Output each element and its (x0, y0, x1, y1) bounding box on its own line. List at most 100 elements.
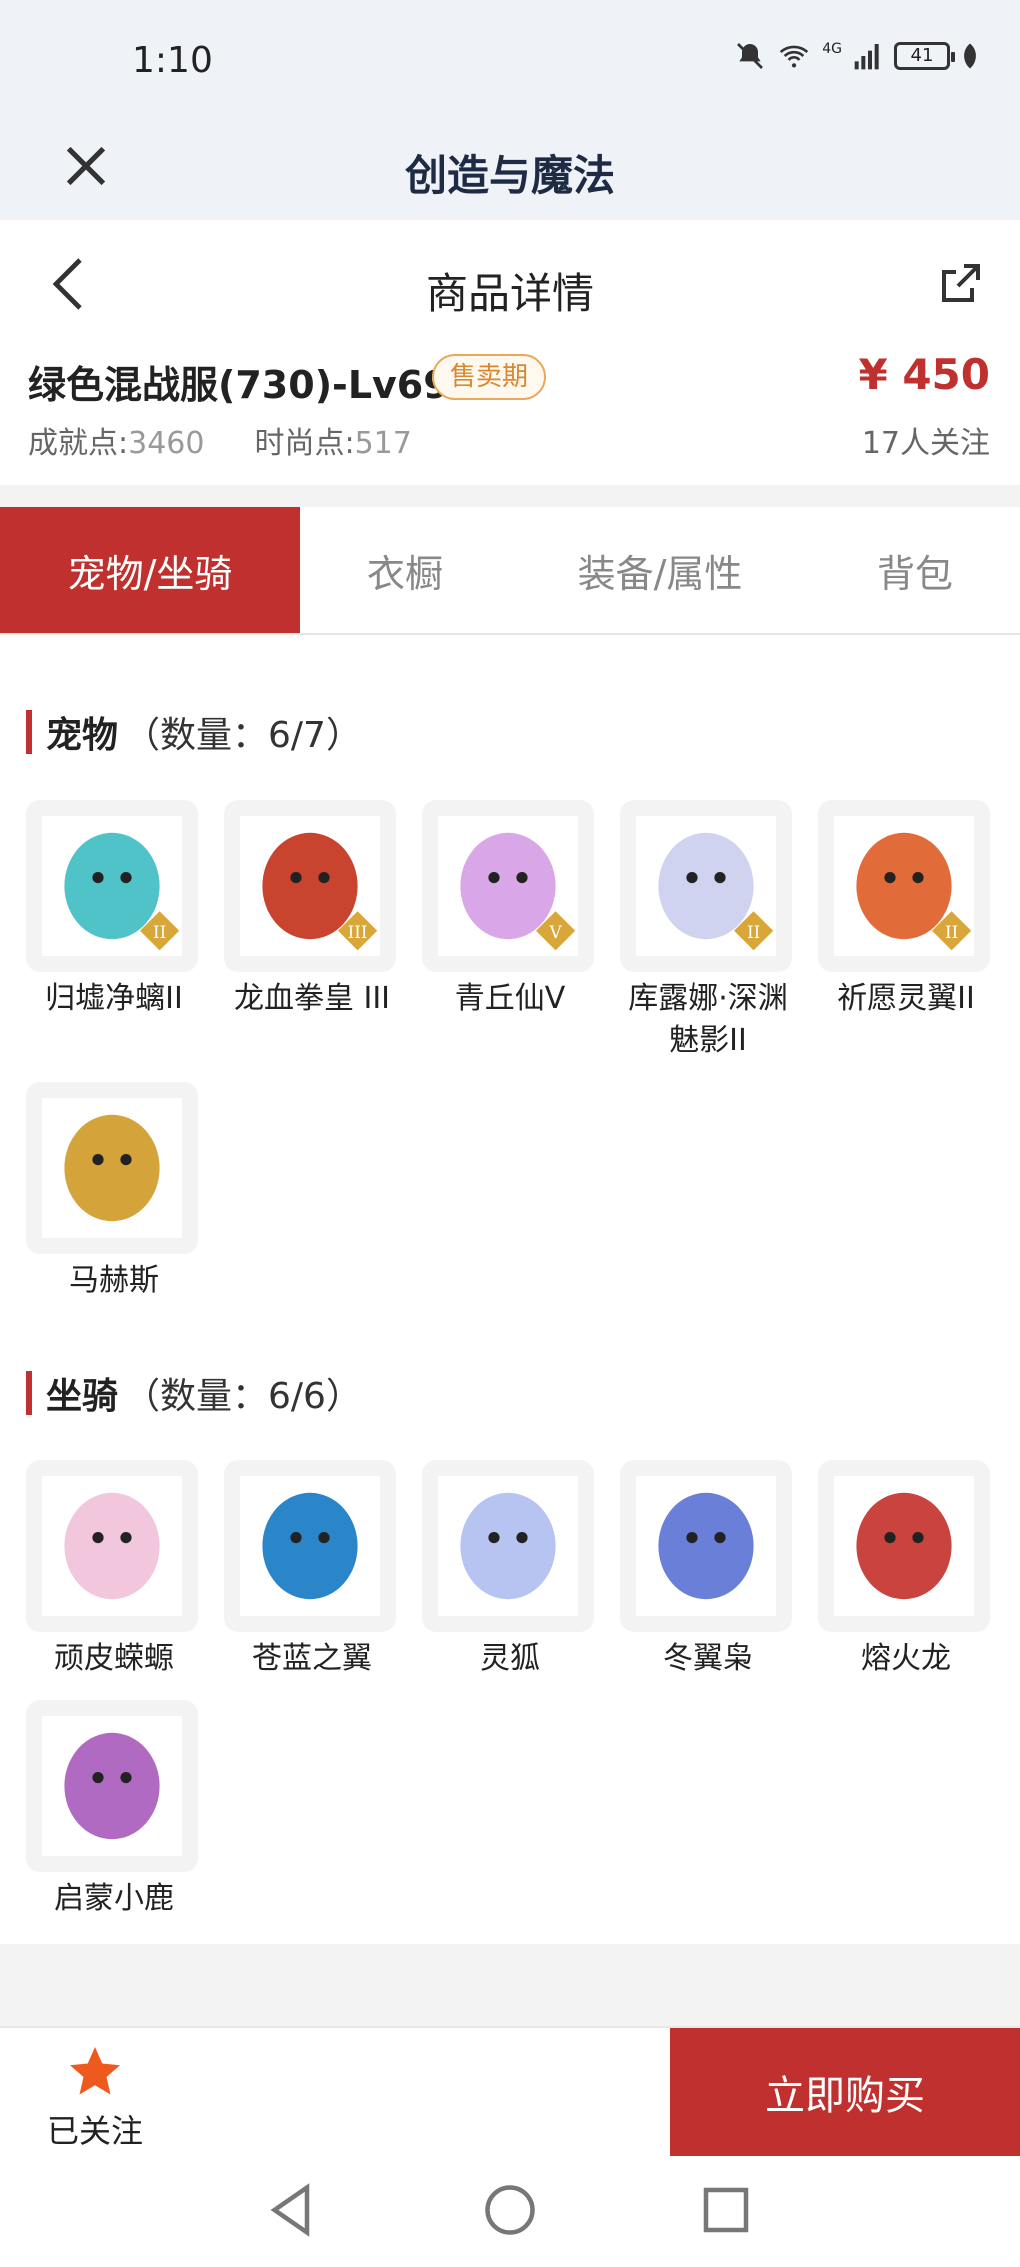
status-time: 1:10 (132, 40, 213, 81)
mount-thumbnail (620, 1460, 792, 1632)
mount-thumbnail (26, 1700, 198, 1872)
pet-portrait-icon (42, 1098, 182, 1238)
mount-portrait-icon (42, 1716, 182, 1856)
pet-thumbnail: III (224, 800, 396, 972)
pet-thumbnail (26, 1082, 198, 1254)
tab-pets-mounts[interactable]: 宠物/坐骑 (0, 507, 300, 633)
pets-section-header: 宠物 （数量：6/7） (26, 706, 362, 758)
mount-thumbnail (818, 1460, 990, 1632)
pet-thumbnail: V (422, 800, 594, 972)
section-marker (26, 710, 32, 754)
pets-count: （数量：6/7） (124, 715, 362, 756)
status-icons: 4G 41 (734, 40, 980, 72)
pet-portrait-icon: II (42, 816, 182, 956)
pet-name: 青丘仙V (454, 981, 566, 1016)
divider (0, 485, 1020, 507)
mounts-section-header: 坐骑 （数量：6/6） (26, 1367, 362, 1419)
mount-portrait-icon (42, 1476, 182, 1616)
mount-name: 熔火龙 (861, 1641, 951, 1676)
mount-portrait-icon (438, 1476, 578, 1616)
pet-item[interactable]: V 青丘仙V (422, 800, 598, 1020)
pet-portrait-icon: III (240, 816, 380, 956)
leaf-icon (964, 43, 976, 69)
pet-name: 归墟净螭II (45, 981, 183, 1016)
mount-name: 冬翼枭 (663, 1641, 753, 1676)
pet-thumbnail: II (818, 800, 990, 972)
app-title: 创造与魔法 (404, 151, 615, 200)
bell-off-icon (737, 43, 764, 69)
mount-name: 启蒙小鹿 (54, 1881, 174, 1916)
mount-thumbnail (422, 1460, 594, 1632)
svg-text:III: III (348, 922, 368, 942)
pet-item[interactable]: II 祈愿灵翼II (818, 800, 994, 1020)
svg-text:II: II (747, 922, 760, 942)
pet-name: 库露娜·深渊魅影II (628, 981, 788, 1058)
home-circle-icon[interactable] (480, 2180, 540, 2240)
network-type: 4G (822, 41, 842, 57)
product-meta: 成就点:3460 时尚点:517 (28, 418, 412, 462)
mount-item[interactable]: 启蒙小鹿 (26, 1700, 202, 1920)
section-marker (26, 1371, 32, 1415)
tab-backpack[interactable]: 背包 (810, 507, 1020, 633)
mount-portrait-icon (240, 1476, 380, 1616)
pet-name: 马赫斯 (69, 1263, 159, 1298)
follow-label: 已关注 (46, 2112, 143, 2150)
sale-status-badge: 售卖期 (432, 354, 547, 400)
tab-bar: 宠物/坐骑 衣橱 装备/属性 背包 (0, 507, 1020, 635)
achievement-label: 成就点: (28, 426, 129, 461)
pet-portrait-icon: V (438, 816, 578, 956)
page-title: 商品详情 (425, 269, 594, 318)
follower-count: 17人关注 (861, 426, 990, 461)
buy-now-button[interactable]: 立即购买 (670, 2028, 1020, 2156)
system-navigation (0, 2156, 1020, 2267)
wifi-icon (780, 45, 809, 68)
footer-spacer (0, 1944, 1020, 2026)
bottom-action-bar: 已关注 立即购买 (0, 2026, 1020, 2156)
mount-thumbnail (224, 1460, 396, 1632)
svg-text:II: II (153, 922, 166, 942)
price: ¥ 450 (858, 350, 990, 399)
tab-wardrobe[interactable]: 衣橱 (300, 507, 510, 633)
tab-equipment[interactable]: 装备/属性 (510, 507, 810, 633)
fashion-value: 517 (354, 426, 412, 461)
pet-thumbnail: II (620, 800, 792, 972)
follow-button[interactable]: 已关注 (40, 2042, 150, 2152)
pet-portrait-icon: II (834, 816, 974, 956)
product-name: 绿色混战服(730)-Lv69 (28, 363, 450, 407)
mount-item[interactable]: 熔火龙 (818, 1460, 994, 1680)
svg-text:II: II (945, 922, 958, 942)
star-icon (70, 2047, 120, 2095)
pet-item[interactable]: II 归墟净螭II (26, 800, 202, 1020)
nav-bar: 商品详情 (0, 220, 1020, 350)
svg-text:V: V (549, 922, 563, 942)
fashion-label: 时尚点: (254, 426, 355, 461)
mount-name: 顽皮蝾螈 (54, 1641, 174, 1676)
signal-icon (854, 44, 879, 70)
mount-name: 苍蓝之翼 (252, 1641, 372, 1676)
achievement-value: 3460 (128, 426, 205, 461)
product-info: 绿色混战服(730)-Lv69 售卖期 成就点:3460 时尚点:517 ¥ 45… (0, 350, 1020, 485)
status-bar: 1:10 4G 41 (0, 0, 1020, 120)
share-icon[interactable] (936, 260, 984, 308)
battery-icon: 41 (894, 42, 955, 70)
mount-item[interactable]: 灵狐 (422, 1460, 598, 1680)
mounts-title: 坐骑 (46, 1376, 119, 1417)
mount-item[interactable]: 苍蓝之翼 (224, 1460, 400, 1680)
recents-square-icon[interactable] (696, 2180, 756, 2240)
pet-item[interactable]: 马赫斯 (26, 1082, 202, 1302)
mount-thumbnail (26, 1460, 198, 1632)
mount-name: 灵狐 (480, 1641, 540, 1676)
mount-portrait-icon (834, 1476, 974, 1616)
mount-item[interactable]: 顽皮蝾螈 (26, 1460, 202, 1680)
app-bar: 创造与魔法 (0, 120, 1020, 220)
back-triangle-icon[interactable] (262, 2180, 322, 2240)
mount-item[interactable]: 冬翼枭 (620, 1460, 796, 1680)
pet-thumbnail: II (26, 800, 198, 972)
pet-name: 祈愿灵翼II (837, 981, 975, 1016)
pet-item[interactable]: II 库露娜·深渊魅影II (620, 800, 796, 1062)
mounts-count: （数量：6/6） (124, 1376, 362, 1417)
mount-portrait-icon (636, 1476, 776, 1616)
pet-portrait-icon: II (636, 816, 776, 956)
pets-title: 宠物 (46, 715, 119, 756)
pet-item[interactable]: III 龙血拳皇 III (224, 800, 400, 1020)
